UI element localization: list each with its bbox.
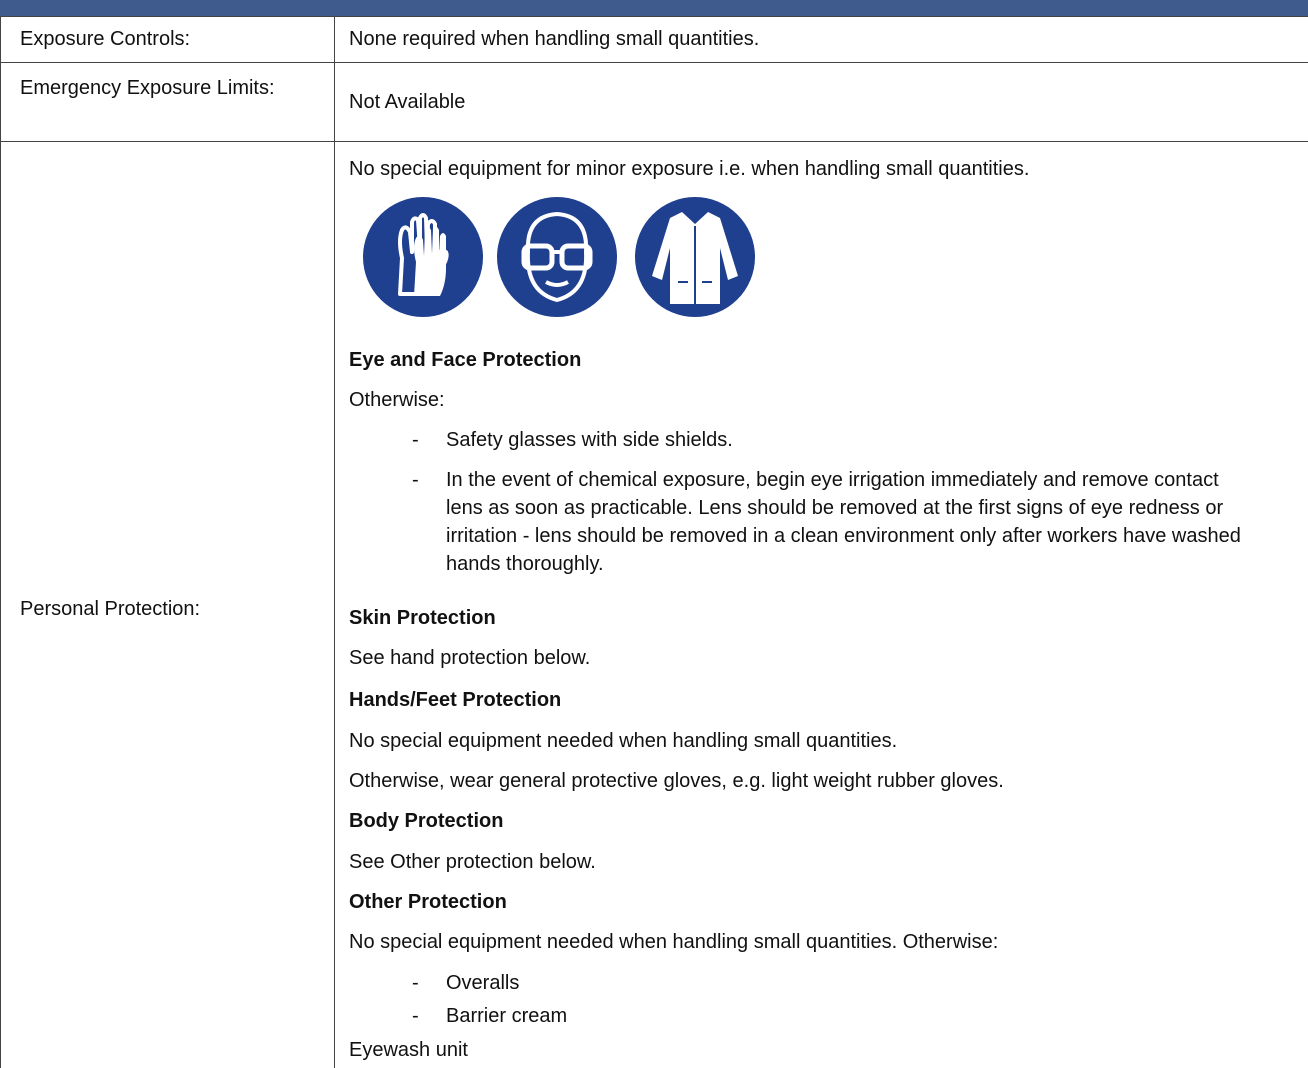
pp-eye-face-lead: Otherwise:	[349, 389, 445, 411]
pp-skin-text: See hand protection below.	[349, 647, 591, 669]
row-label-exposure-controls: Exposure Controls:	[20, 28, 191, 50]
list-dash: -	[412, 469, 419, 491]
pp-other-trailing: Eyewash unit	[349, 1039, 468, 1061]
lab-coat-icon	[635, 197, 755, 317]
gloves-icon	[363, 197, 483, 317]
pp-intro: No special equipment for minor exposure …	[349, 158, 1030, 180]
row-value-emergency-exposure-limits: Not Available	[349, 91, 466, 113]
pp-eye-face-item: Safety glasses with side shields.	[446, 429, 733, 451]
list-dash: -	[412, 972, 419, 994]
row-label-personal-protection: Personal Protection:	[20, 598, 201, 620]
list-dash: -	[412, 1005, 419, 1027]
column-divider	[334, 16, 335, 1068]
row-label-emergency-exposure-limits: Emergency Exposure Limits:	[20, 77, 275, 99]
pp-other-heading: Other Protection	[349, 891, 507, 913]
row-divider	[0, 141, 1308, 142]
safety-glasses-icon	[497, 197, 617, 317]
pp-other-item: Barrier cream	[446, 1005, 568, 1027]
pp-hands-feet-text-2: Otherwise, wear general protective glove…	[349, 770, 1004, 792]
row-value-exposure-controls: None required when handling small quanti…	[349, 28, 760, 50]
row-divider	[0, 16, 1308, 17]
pp-body-heading: Body Protection	[349, 810, 504, 832]
pp-hands-feet-heading: Hands/Feet Protection	[349, 689, 562, 711]
pp-eye-face-heading: Eye and Face Protection	[349, 349, 582, 371]
section-header-band	[0, 0, 1308, 16]
pp-hands-feet-text-1: No special equipment needed when handlin…	[349, 730, 898, 752]
row-divider	[0, 62, 1308, 63]
table-border-left	[0, 16, 1, 1068]
pp-other-text: No special equipment needed when handlin…	[349, 931, 999, 953]
pp-other-item: Overalls	[446, 972, 520, 994]
pp-body-text: See Other protection below.	[349, 851, 596, 873]
list-dash: -	[412, 429, 419, 451]
pp-eye-face-item: In the event of chemical exposure, begin…	[446, 469, 1241, 575]
pp-skin-heading: Skin Protection	[349, 607, 496, 629]
